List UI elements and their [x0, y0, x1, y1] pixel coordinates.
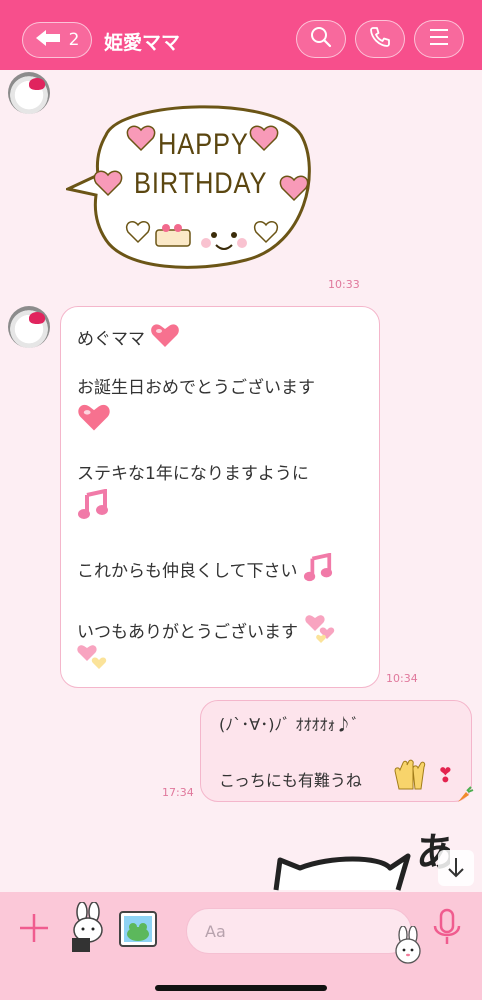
chat-title: 姫愛ママ [104, 32, 181, 54]
arrow-down-icon [446, 856, 466, 884]
back-arrow-icon [35, 29, 61, 52]
input-placeholder: Aa [205, 922, 226, 941]
photo-button[interactable] [118, 910, 158, 948]
home-indicator [155, 985, 327, 991]
message-line: お誕生日おめでとうございます [77, 378, 315, 398]
bow-icon [29, 312, 45, 324]
birthday-sticker[interactable]: HAPPY BIRTHDAY [66, 95, 321, 275]
menu-button[interactable] [414, 20, 464, 58]
scroll-down-button[interactable] [438, 850, 474, 886]
sticker-text-birthday: BIRTHDAY [134, 167, 268, 200]
message-line: これからも仲良くして下さい [77, 561, 298, 582]
sticker-text-happy: HAPPY [158, 128, 249, 161]
sparkle-hearts-icon [303, 613, 337, 652]
photo-frog-icon [118, 911, 158, 952]
heart-emoji-icon [150, 323, 180, 356]
phone-icon [368, 25, 392, 53]
add-button[interactable] [16, 910, 56, 950]
search-icon [309, 25, 333, 53]
search-button[interactable] [296, 20, 346, 58]
outgoing-message-bubble[interactable]: (ﾉ`･∀･)ﾉﾞ ｵｵｵｵｫ♪ﾞ こっちにも有難うね ❣ [200, 700, 472, 802]
sticker-button[interactable] [66, 901, 110, 954]
sparkle-hearts-icon [75, 643, 109, 682]
message-input[interactable]: Aa [186, 908, 421, 964]
cat-sticker[interactable]: あ [270, 820, 450, 892]
back-button[interactable]: 2 [22, 22, 92, 58]
message-time: 17:34 [162, 786, 194, 799]
bow-icon [29, 78, 45, 90]
message-time: 10:33 [328, 278, 360, 291]
exclamation-icon: ❣ [437, 763, 454, 787]
message-line: こっちにも有難うね [219, 771, 362, 790]
heart-emoji-icon [77, 403, 111, 440]
microphone-icon [430, 908, 464, 954]
message-time: 10:34 [386, 672, 418, 685]
voice-button[interactable] [430, 906, 464, 950]
chat-header: 2 姫愛ママ [0, 0, 482, 70]
incoming-message-bubble[interactable]: めぐママ お誕生日おめでとうございます ステキな1年になりますように これからも… [60, 306, 380, 688]
unread-count: 2 [68, 30, 80, 50]
avatar[interactable] [8, 72, 50, 114]
music-note-icon [303, 552, 333, 590]
hamburger-menu-icon [427, 27, 451, 51]
clapping-hands-icon [391, 759, 427, 797]
carrot-icon [456, 786, 474, 808]
message-line: めぐママ [77, 329, 145, 350]
input-bar: Aa [0, 892, 482, 1000]
emoji-button[interactable] [373, 913, 421, 964]
message-line: いつもありがとうございます [77, 622, 298, 643]
plus-icon [16, 914, 52, 950]
bunny-emoji-icon [391, 925, 425, 968]
music-note-icon [77, 488, 109, 528]
bunny-sticker-icon [66, 901, 110, 958]
call-button[interactable] [355, 20, 405, 58]
avatar[interactable] [8, 306, 50, 348]
message-line: (ﾉ`･∀･)ﾉﾞ ｵｵｵｵｫ♪ﾞ [219, 715, 360, 734]
message-line: ステキな1年になりますように [77, 464, 309, 484]
